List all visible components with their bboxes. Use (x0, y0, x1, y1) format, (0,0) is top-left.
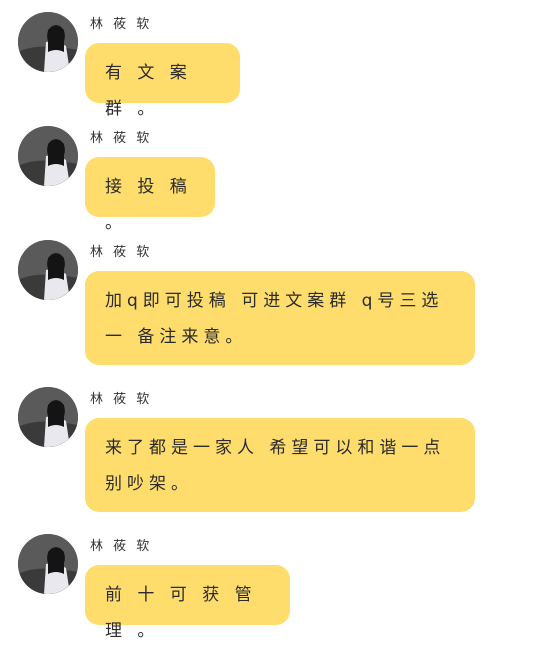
sender-name: 林 莜 软 (90, 245, 153, 260)
sender-name: 林 莜 软 (90, 131, 153, 146)
avatar-photo-icon (18, 240, 78, 300)
avatar-photo-icon (18, 126, 78, 186)
avatar-photo-icon (18, 534, 78, 594)
message-bubble[interactable]: 来了都是一家人 希望可以和谐一点 别吵架。 (85, 418, 475, 512)
sender-name: 林 莜 软 (90, 392, 153, 407)
avatar[interactable] (18, 12, 78, 72)
avatar-photo-icon (18, 387, 78, 447)
message-bubble[interactable]: 有 文 案 群 。 (85, 43, 240, 119)
sender-name: 林 莜 软 (90, 17, 153, 32)
message-bubble[interactable]: 接 投 稿 。 (85, 157, 215, 233)
message-bubble[interactable]: 前 十 可 获 管 理 。 (85, 565, 290, 641)
avatar[interactable] (18, 126, 78, 186)
avatar[interactable] (18, 387, 78, 447)
avatar-photo-icon (18, 12, 78, 72)
avatar[interactable] (18, 534, 78, 594)
message-bubble[interactable]: 加q即可投稿 可进文案群 q号三选一 备注来意。 (85, 271, 475, 365)
sender-name: 林 莜 软 (90, 539, 153, 554)
avatar[interactable] (18, 240, 78, 300)
